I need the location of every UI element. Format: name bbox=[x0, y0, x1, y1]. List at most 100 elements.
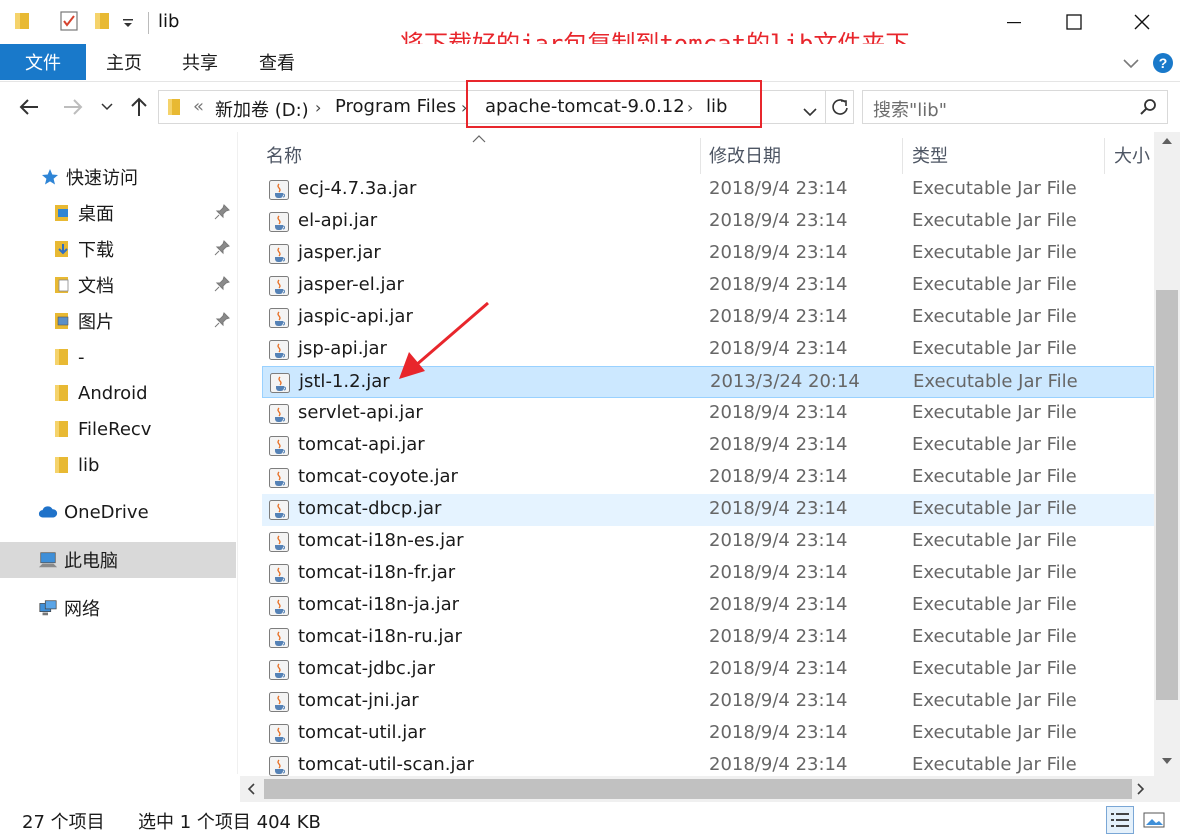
sidebar-item-onedrive[interactable]: OneDrive bbox=[38, 496, 149, 528]
column-header-name[interactable]: 名称 bbox=[266, 142, 302, 168]
tab-share[interactable]: 共享 bbox=[170, 44, 230, 80]
pin-icon[interactable] bbox=[214, 204, 230, 225]
table-row[interactable]: tomcat-api.jar 2018/9/4 23:14 Executable J… bbox=[262, 430, 1154, 462]
properties-icon[interactable] bbox=[58, 10, 80, 37]
forward-button[interactable] bbox=[60, 94, 86, 120]
pin-icon[interactable] bbox=[214, 240, 230, 261]
documents-folder-icon bbox=[52, 275, 72, 295]
sidebar-item-network[interactable]: 网络 bbox=[38, 592, 100, 624]
minimize-button[interactable] bbox=[984, 0, 1044, 44]
table-row[interactable]: jasper-el.jar 2018/9/4 23:14 Executable Ja… bbox=[262, 270, 1154, 302]
sidebar-item-pictures[interactable]: 图片 bbox=[52, 305, 114, 337]
pin-icon[interactable] bbox=[214, 312, 230, 333]
up-button[interactable] bbox=[126, 94, 152, 120]
table-row[interactable]: tomcat-coyote.jar 2018/9/4 23:14 Executabl… bbox=[262, 462, 1154, 494]
address-history-icon[interactable] bbox=[803, 101, 817, 122]
pin-icon[interactable] bbox=[214, 276, 230, 297]
table-row[interactable]: tomcat-util-scan.jar 2018/9/4 23:14 Execut… bbox=[262, 750, 1154, 776]
file-date-modified: 2018/9/4 23:14 bbox=[709, 178, 848, 199]
column-header-date[interactable]: 修改日期 bbox=[709, 142, 781, 168]
new-folder-icon[interactable] bbox=[94, 10, 112, 35]
file-name: tomcat-util-scan.jar bbox=[298, 754, 474, 775]
sidebar-item-documents[interactable]: 文档 bbox=[52, 269, 114, 301]
table-row[interactable]: ecj-4.7.3a.jar 2018/9/4 23:14 Executable J… bbox=[262, 174, 1154, 206]
vertical-scroll-thumb[interactable] bbox=[1156, 290, 1178, 700]
breadcrumb-lib[interactable]: lib bbox=[706, 96, 727, 117]
refresh-button[interactable] bbox=[826, 90, 854, 124]
column-header-type[interactable]: 类型 bbox=[912, 142, 948, 168]
details-view-button[interactable] bbox=[1106, 806, 1134, 834]
chevron-right-icon[interactable]: › bbox=[461, 98, 467, 117]
scroll-left-button[interactable] bbox=[242, 780, 260, 798]
back-button[interactable] bbox=[16, 94, 42, 120]
tab-file[interactable]: 文件 bbox=[0, 44, 86, 80]
search-box[interactable]: 搜索"lib" bbox=[862, 90, 1168, 124]
search-placeholder[interactable]: 搜索"lib" bbox=[873, 96, 947, 122]
table-row[interactable]: jasper.jar 2018/9/4 23:14 Executable Jar F… bbox=[262, 238, 1154, 270]
refresh-icon bbox=[831, 99, 848, 115]
table-row[interactable]: tomcat-i18n-ja.jar 2018/9/4 23:14 Executab… bbox=[262, 590, 1154, 622]
sidebar-item-lib[interactable]: lib bbox=[52, 449, 99, 481]
table-row[interactable]: tomcat-i18n-fr.jar 2018/9/4 23:14 Executab… bbox=[262, 558, 1154, 590]
column-header-size[interactable]: 大小 bbox=[1114, 142, 1150, 168]
table-row[interactable]: servlet-api.jar 2018/9/4 23:14 Executable … bbox=[262, 398, 1154, 430]
file-date-modified: 2018/9/4 23:14 bbox=[709, 242, 848, 263]
sidebar-item-dash-folder[interactable]: - bbox=[52, 341, 85, 373]
folder-icon bbox=[14, 10, 32, 35]
column-divider[interactable] bbox=[700, 138, 701, 174]
table-row[interactable]: tomcat-i18n-es.jar 2018/9/4 23:14 Executab… bbox=[262, 526, 1154, 558]
window-title: lib bbox=[158, 11, 180, 32]
table-row[interactable]: el-api.jar 2018/9/4 23:14 Executable Jar F… bbox=[262, 206, 1154, 238]
help-icon[interactable]: ? bbox=[1152, 52, 1174, 79]
tab-view[interactable]: 查看 bbox=[247, 44, 307, 80]
jar-file-icon bbox=[268, 403, 290, 425]
scroll-right-button[interactable] bbox=[1132, 780, 1150, 798]
desktop-folder-icon bbox=[52, 203, 72, 223]
customize-toolbar-icon[interactable] bbox=[122, 14, 134, 35]
jar-file-icon bbox=[268, 627, 290, 649]
file-type: Executable Jar File bbox=[913, 371, 1078, 392]
breadcrumb-program-files[interactable]: Program Files bbox=[335, 96, 456, 117]
file-type: Executable Jar File bbox=[912, 210, 1077, 231]
sidebar-item-quick-access[interactable]: 快速访问 bbox=[40, 161, 138, 193]
title-bar: lib 将下载好的jar包复制到tomcat的lib文件夹下 bbox=[0, 0, 1180, 58]
breadcrumb-overflow[interactable]: « bbox=[193, 96, 204, 117]
recent-locations-button[interactable] bbox=[98, 94, 116, 120]
jar-file-icon bbox=[268, 435, 290, 457]
table-row[interactable]: tomcat-dbcp.jar 2018/9/4 23:14 Executable … bbox=[262, 494, 1154, 526]
file-name: jasper.jar bbox=[298, 242, 381, 263]
jar-file-icon bbox=[269, 372, 291, 394]
table-row[interactable]: tomcat-jni.jar 2018/9/4 23:14 Executable J… bbox=[262, 686, 1154, 718]
forward-arrow-icon bbox=[64, 99, 83, 115]
scroll-up-button[interactable] bbox=[1154, 132, 1180, 150]
tab-home[interactable]: 主页 bbox=[94, 44, 154, 80]
chevron-left-icon bbox=[247, 783, 255, 795]
file-type: Executable Jar File bbox=[912, 434, 1077, 455]
sidebar-item-android[interactable]: Android bbox=[52, 377, 148, 409]
breadcrumb-tomcat[interactable]: apache-tomcat-9.0.12 bbox=[485, 96, 685, 117]
scroll-down-button[interactable] bbox=[1154, 752, 1180, 770]
large-icons-view-icon bbox=[1143, 812, 1165, 828]
sidebar-item-downloads[interactable]: 下载 bbox=[52, 233, 114, 265]
expand-ribbon-icon[interactable] bbox=[1122, 54, 1140, 75]
selected-nav-highlight bbox=[0, 542, 236, 578]
large-icons-view-button[interactable] bbox=[1140, 806, 1168, 834]
jar-file-icon bbox=[268, 531, 290, 553]
maximize-button[interactable] bbox=[1044, 0, 1104, 44]
chevron-right-icon[interactable]: › bbox=[315, 98, 321, 117]
table-row[interactable]: tomcat-i18n-ru.jar 2018/9/4 23:14 Executab… bbox=[262, 622, 1154, 654]
table-row[interactable]: tomcat-util.jar 2018/9/4 23:14 Executable … bbox=[262, 718, 1154, 750]
search-icon[interactable] bbox=[1139, 98, 1157, 121]
horizontal-scroll-thumb[interactable] bbox=[264, 779, 1132, 799]
sidebar-item-this-pc[interactable]: 此电脑 bbox=[38, 544, 118, 576]
chevron-right-icon[interactable]: › bbox=[687, 98, 693, 117]
address-bar[interactable]: « 新加卷 (D:) › Program Files › apache-tomc… bbox=[158, 90, 826, 124]
close-button[interactable] bbox=[1112, 0, 1172, 44]
sidebar-item-desktop[interactable]: 桌面 bbox=[52, 197, 114, 229]
breadcrumb-drive[interactable]: 新加卷 (D:) bbox=[215, 96, 309, 122]
table-row[interactable]: tomcat-jdbc.jar 2018/9/4 23:14 Executable … bbox=[262, 654, 1154, 686]
column-divider[interactable] bbox=[902, 138, 903, 174]
column-divider[interactable] bbox=[1104, 138, 1105, 174]
sidebar-item-filerecv[interactable]: FileRecv bbox=[52, 413, 151, 445]
jar-file-icon bbox=[268, 595, 290, 617]
